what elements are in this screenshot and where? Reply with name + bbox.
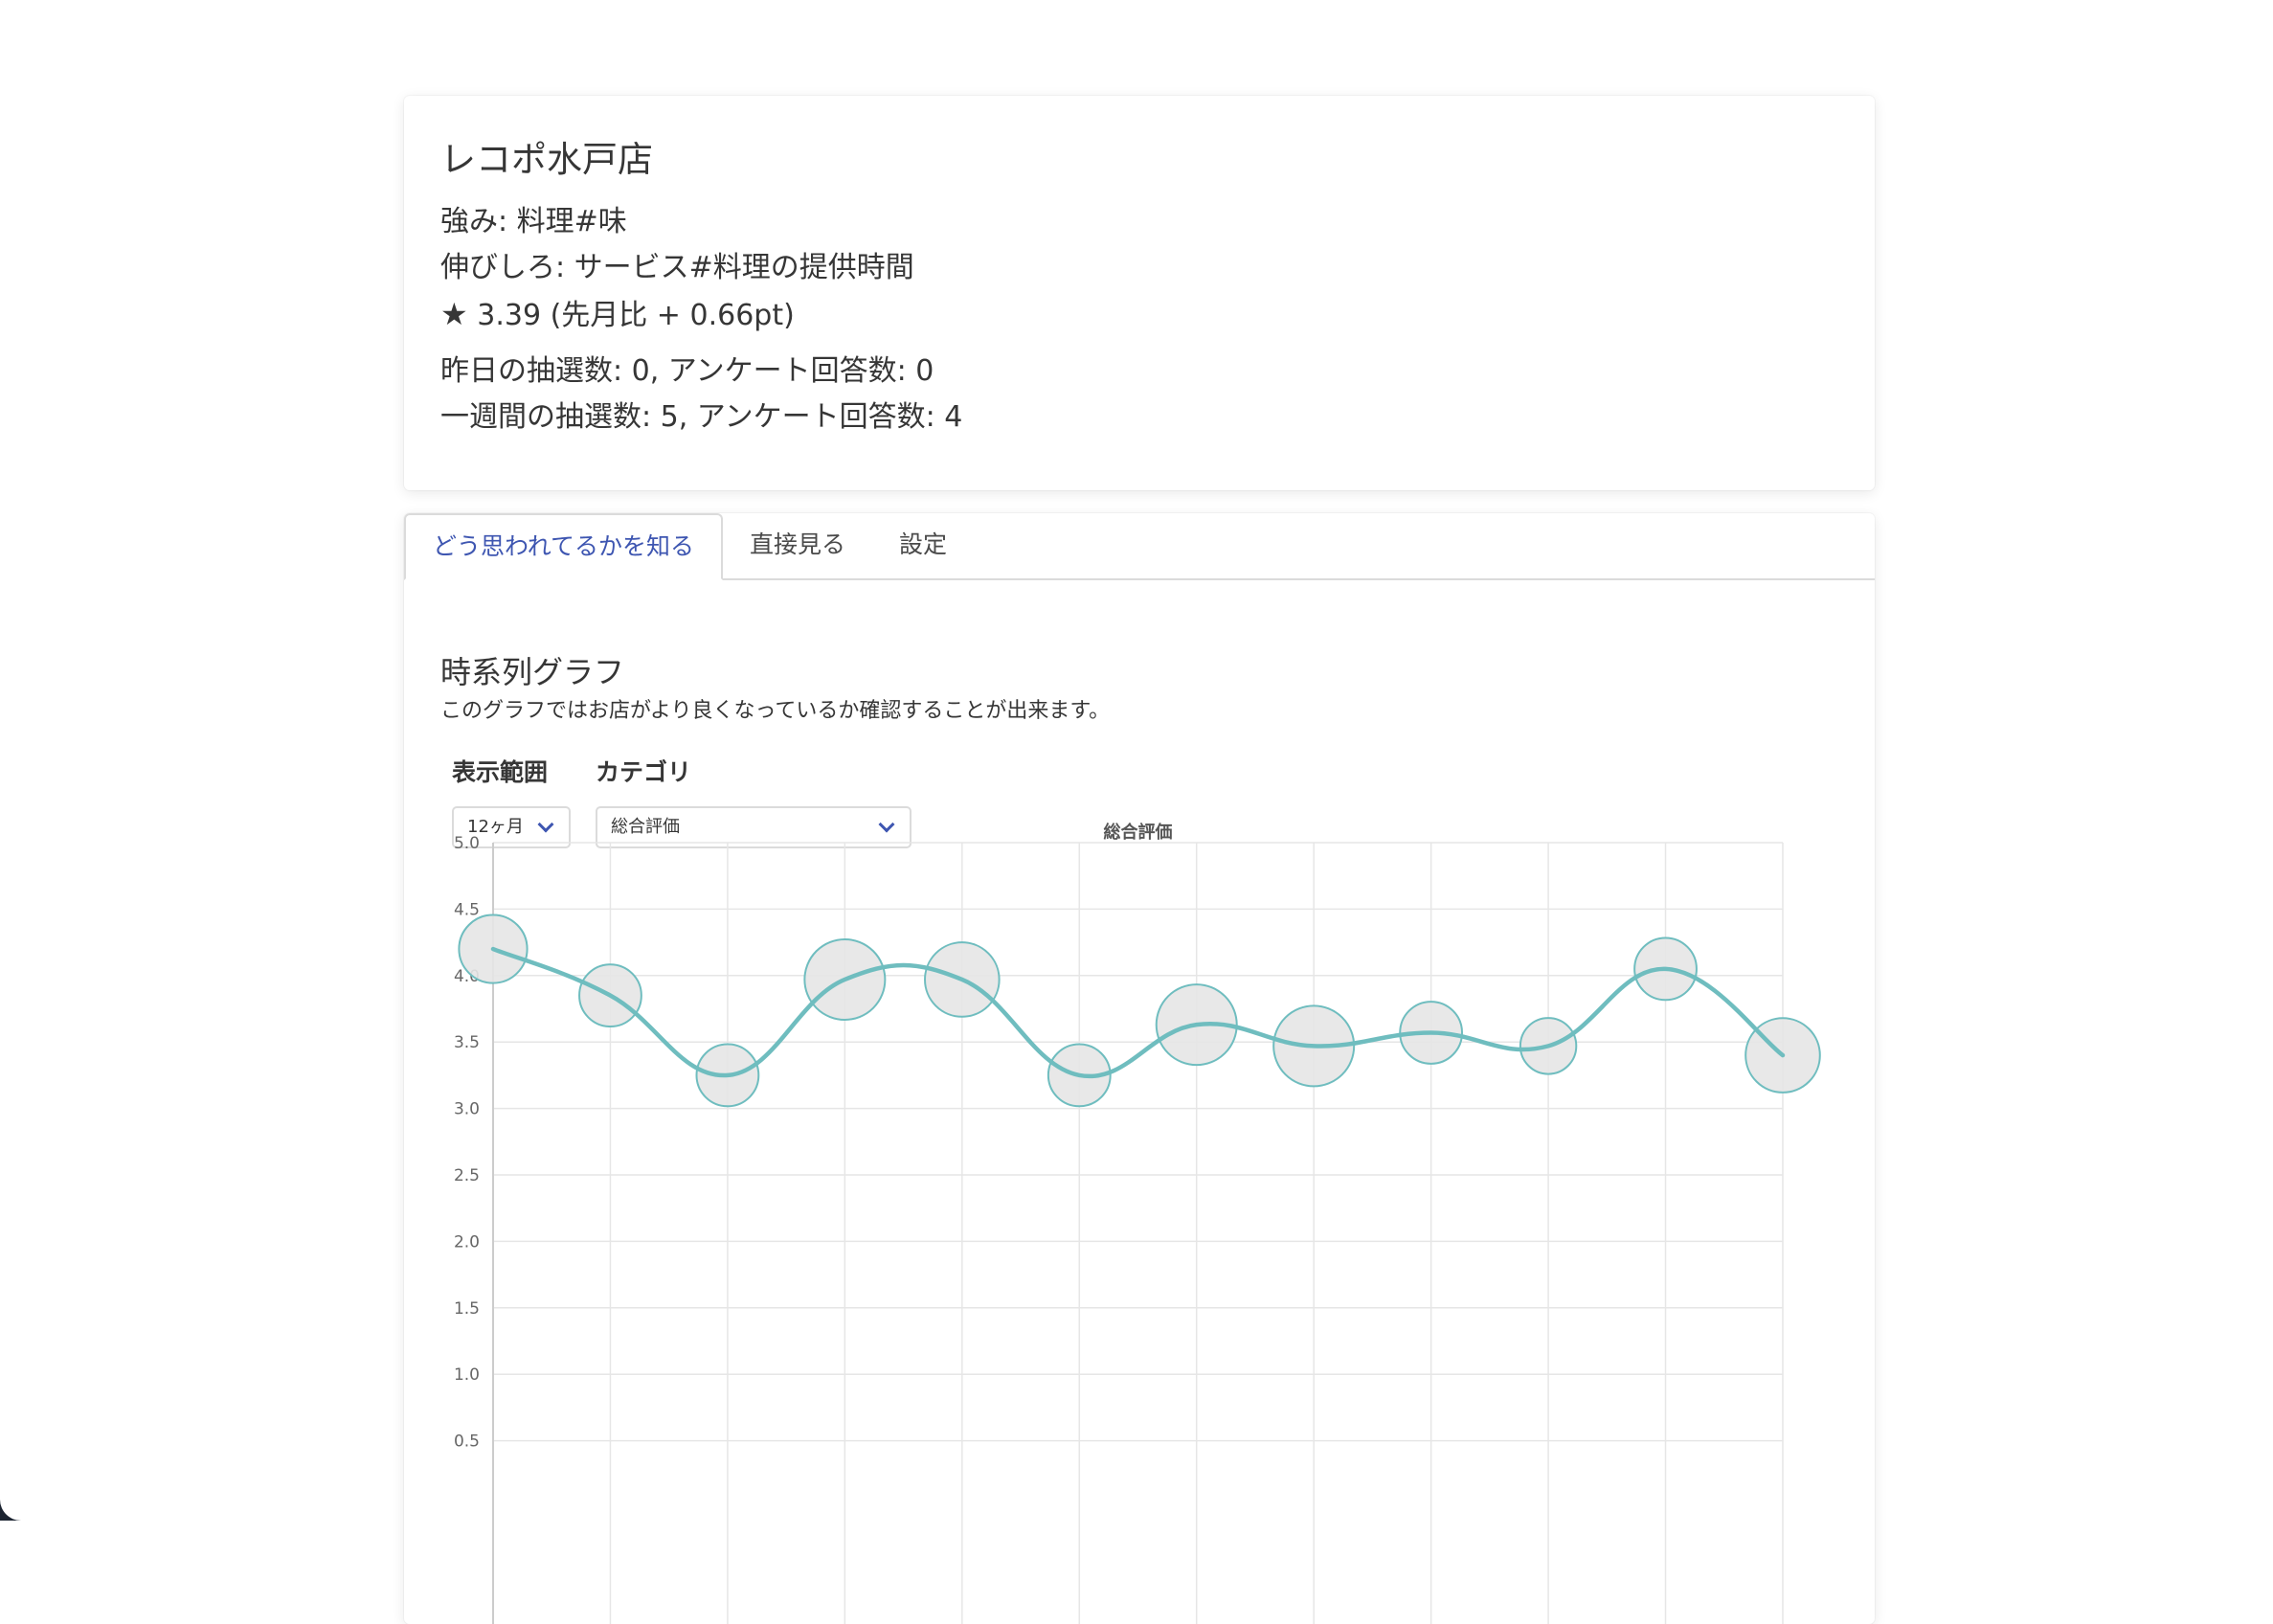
y-tick-label: 0.5 bbox=[454, 1432, 480, 1452]
y-tick-label: 5.0 bbox=[454, 834, 480, 853]
time-series-chart: 総合評価5.04.54.03.53.02.52.01.51.00.5 bbox=[454, 822, 1821, 1624]
star-icon: ★ bbox=[440, 296, 468, 332]
y-tick-label: 1.0 bbox=[454, 1365, 480, 1385]
yesterday-stats: 昨日の抽選数: 0, アンケート回答数: 0 bbox=[440, 354, 934, 388]
week-stats: 一週間の抽選数: 5, アンケート回答数: 4 bbox=[440, 400, 963, 434]
store-rating: ★ 3.39 (先月比 + 0.66pt) bbox=[440, 291, 1838, 339]
store-summary-card: レコポ水戸店 強み: 料理#味 伸びしろ: サービス#料理の提供時間 ★ 3.3… bbox=[404, 96, 1875, 490]
y-tick-label: 3.0 bbox=[454, 1100, 480, 1119]
y-tick-label: 2.5 bbox=[454, 1166, 480, 1185]
y-tick-label: 4.5 bbox=[454, 900, 480, 919]
chart-title: 総合評価 bbox=[1104, 822, 1173, 843]
store-name: レコポ水戸店 bbox=[440, 139, 653, 180]
window-corner-mask bbox=[0, 1463, 57, 1521]
store-growth: 伸びしろ: サービス#料理の提供時間 bbox=[440, 251, 914, 284]
y-tick-label: 1.5 bbox=[454, 1299, 480, 1319]
series-line bbox=[490, 946, 1786, 1079]
rating-value: 3.39 (先月比 + 0.66pt) bbox=[477, 299, 795, 332]
y-tick-label: 3.5 bbox=[454, 1033, 480, 1052]
page-container: レコポ水戸店 強み: 料理#味 伸びしろ: サービス#料理の提供時間 ★ 3.3… bbox=[404, 96, 1875, 1624]
analysis-card: どう思われてるかを知る 直接見る 設定 時系列グラフ このグラフではお店がより良… bbox=[404, 513, 1875, 1624]
store-strength: 強み: 料理#味 bbox=[440, 205, 627, 238]
y-tick-label: 2.0 bbox=[454, 1232, 480, 1252]
